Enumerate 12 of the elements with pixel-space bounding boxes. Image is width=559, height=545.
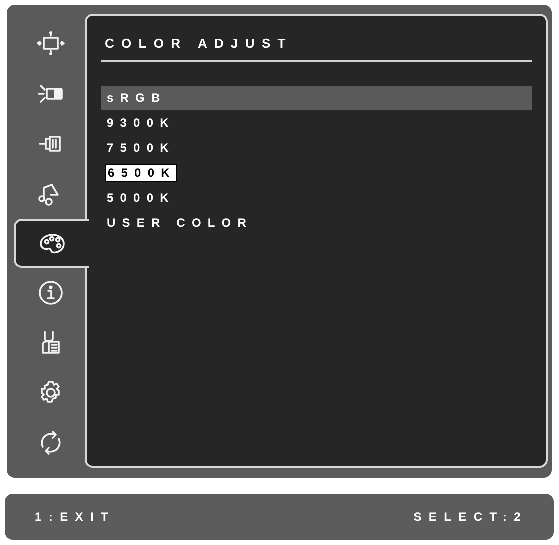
menu-title: COLOR ADJUST [104, 35, 293, 53]
exit-hint: 1:EXIT [35, 509, 116, 526]
select-hint: SELECT:2 [414, 509, 528, 526]
menu-item[interactable]: 6500K [101, 160, 532, 185]
sidebar-tab[interactable] [14, 218, 89, 268]
menu-item[interactable]: USER COLOR [101, 210, 532, 235]
menu-item[interactable]: 5000K [101, 185, 532, 210]
info-icon [36, 279, 64, 308]
menu-item[interactable]: 9300K [101, 110, 532, 135]
position-icon [36, 30, 64, 58]
menu-item[interactable]: 7500K [101, 135, 532, 160]
menu-item[interactable]: sRGB [101, 86, 532, 110]
